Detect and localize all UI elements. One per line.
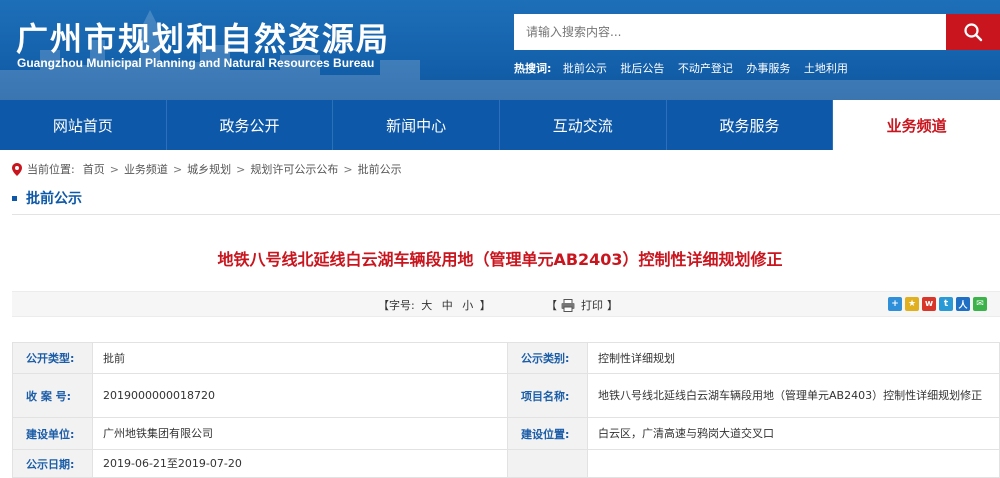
breadcrumb-business-channel[interactable]: 业务频道: [124, 161, 168, 177]
printer-icon: [561, 298, 575, 312]
section-title: 批前公示: [26, 191, 82, 207]
info-key-disclosure-type: 公开类型:: [12, 342, 93, 374]
print-control: 【 打印 】: [546, 297, 618, 313]
share-qzone-icon[interactable]: ★: [905, 297, 919, 311]
print-open-bracket: 【: [546, 299, 557, 312]
table-row: 公开类型: 批前 公示类别: 控制性详细规划: [12, 342, 1000, 374]
share-weibo-icon[interactable]: w: [922, 297, 936, 311]
breadcrumb-separator: >: [109, 162, 119, 176]
hot-link-pre-approval[interactable]: 批前公示: [563, 62, 607, 75]
share-add-icon[interactable]: +: [888, 297, 902, 311]
info-value-notice-category: 控制性详细规划: [587, 342, 1000, 374]
nav-item-home[interactable]: 网站首页: [0, 100, 167, 150]
breadcrumb-pre-approval[interactable]: 批前公示: [358, 161, 402, 177]
article-title: 地铁八号线北延线白云湖车辆段用地（管理单元AB2403）控制性详细规划修正: [217, 250, 783, 269]
info-key-location: 建设位置:: [507, 417, 588, 450]
nav-item-business-channel[interactable]: 业务频道: [833, 100, 1000, 150]
main-nav: 网站首页 政务公开 新闻中心 互动交流 政务服务 业务频道: [0, 100, 1000, 150]
font-size-control: 【字号: 大 中 小 】: [378, 297, 491, 313]
hot-search-label: 热搜词:: [514, 62, 552, 75]
hot-link-land-use[interactable]: 土地利用: [804, 62, 848, 75]
section-heading: 批前公示: [12, 187, 82, 209]
breadcrumb-label: 当前位置:: [27, 163, 75, 176]
project-info-table: 公开类型: 批前 公示类别: 控制性详细规划 收 案 号: 2019000000…: [12, 342, 1000, 478]
share-tencent-icon[interactable]: t: [939, 297, 953, 311]
breadcrumb-separator: >: [172, 162, 183, 176]
hot-link-post-approval[interactable]: 批后公告: [620, 62, 664, 75]
info-value-disclosure-type: 批前: [92, 342, 508, 374]
info-value-case-number: 2019000000018720: [92, 373, 508, 418]
nav-item-gov-affairs[interactable]: 政务公开: [167, 100, 334, 150]
share-renren-icon[interactable]: 人: [956, 297, 970, 311]
info-key-notice-date: 公示日期:: [12, 449, 93, 478]
breadcrumb-home[interactable]: 首页: [83, 161, 105, 177]
breadcrumb: 当前位置: 首页 > 业务频道 > 城乡规划 > 规划许可公示公布 > 批前公示: [12, 160, 402, 178]
info-key-developer: 建设单位:: [12, 417, 93, 450]
table-row: 收 案 号: 2019000000018720 项目名称: 地铁八号线北延线白云…: [12, 373, 1000, 418]
site-header: 广州市规划和自然资源局 Guangzhou Municipal Planning…: [0, 0, 1000, 100]
font-size-large-button[interactable]: 大: [421, 299, 432, 312]
print-close-bracket: 】: [607, 299, 618, 312]
table-row: 公示日期: 2019-06-21至2019-07-20: [12, 449, 1000, 478]
breadcrumb-planning-permit[interactable]: 规划许可公示公布: [250, 161, 338, 177]
section-bullet: [12, 195, 17, 201]
info-key-empty: [507, 449, 588, 478]
hot-link-real-estate[interactable]: 不动产登记: [678, 62, 733, 75]
share-icons: + ★ w t 人 ✉: [888, 297, 987, 311]
font-size-close-bracket: 】: [479, 299, 491, 312]
nav-item-news[interactable]: 新闻中心: [333, 100, 500, 150]
hot-search-bar: 热搜词: 批前公示 批后公告 不动产登记 办事服务 土地利用: [514, 60, 858, 76]
font-size-label: 【字号:: [378, 299, 415, 312]
search-icon: [964, 23, 983, 42]
print-label: 打印: [581, 299, 603, 312]
table-row: 建设单位: 广州地铁集团有限公司 建设位置: 白云区，广清高速与鸦岗大道交叉口: [12, 417, 1000, 450]
info-value-notice-date: 2019-06-21至2019-07-20: [92, 449, 508, 478]
info-key-notice-category: 公示类别:: [507, 342, 588, 374]
article-toolbar: 【字号: 大 中 小 】 【 打印 】 + ★ w t 人 ✉: [12, 291, 1000, 317]
info-key-case-number: 收 案 号:: [12, 373, 93, 418]
info-value-location: 白云区，广清高速与鸦岗大道交叉口: [587, 417, 1000, 450]
info-value-developer: 广州地铁集团有限公司: [92, 417, 508, 450]
nav-item-gov-services[interactable]: 政务服务: [667, 100, 834, 150]
breadcrumb-separator: >: [236, 162, 246, 176]
font-size-medium-button[interactable]: 中: [442, 299, 453, 312]
hot-link-services[interactable]: 办事服务: [746, 62, 790, 75]
info-value-empty: [587, 449, 1000, 478]
section-divider: [12, 214, 1000, 215]
search-button[interactable]: [946, 14, 1000, 50]
site-logo-subtitle: Guangzhou Municipal Planning and Natural…: [17, 56, 375, 70]
breadcrumb-separator: >: [343, 162, 353, 176]
info-key-project-name: 项目名称:: [507, 373, 588, 418]
site-logo-title[interactable]: 广州市规划和自然资源局: [16, 14, 390, 60]
print-button[interactable]: 打印: [557, 297, 603, 313]
breadcrumb-urban-planning[interactable]: 城乡规划: [187, 161, 231, 177]
font-size-small-button[interactable]: 小: [462, 299, 473, 312]
search-input[interactable]: [514, 14, 946, 50]
share-wechat-icon[interactable]: ✉: [973, 297, 987, 311]
nav-item-interaction[interactable]: 互动交流: [500, 100, 667, 150]
info-value-project-name: 地铁八号线北延线白云湖车辆段用地（管理单元AB2403）控制性详细规划修正: [587, 373, 1000, 418]
location-pin-icon: [12, 162, 22, 176]
